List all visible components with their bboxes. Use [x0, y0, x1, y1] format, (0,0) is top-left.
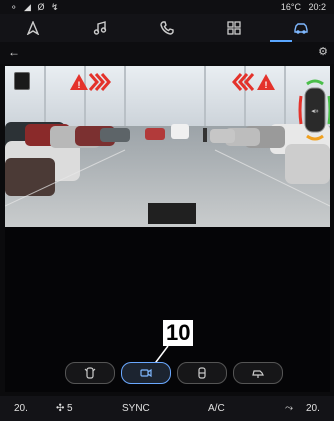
- outside-temperature: 16°C: [280, 2, 301, 12]
- rear-camera-icon: [84, 367, 96, 379]
- svg-text:!: !: [78, 80, 81, 90]
- tab-navigation[interactable]: [0, 14, 67, 42]
- svg-text:!: !: [265, 80, 268, 90]
- status-icons: ⚬ ◢ Ø ↯: [10, 2, 61, 12]
- music-note-icon: [93, 21, 107, 35]
- camera-view: ! ! ◂»: [5, 66, 330, 227]
- view-front-camera-button[interactable]: [121, 362, 171, 384]
- right-temperature[interactable]: 20.: [306, 403, 320, 414]
- view-side-button[interactable]: [233, 362, 283, 384]
- sync-button[interactable]: SYNC: [122, 403, 150, 414]
- top-view-icon: [198, 367, 206, 379]
- settings-gear-icon[interactable]: ⚙: [318, 45, 328, 58]
- fan-level[interactable]: 5: [67, 403, 73, 414]
- view-rear-camera-button[interactable]: [65, 362, 115, 384]
- car-icon: [293, 23, 308, 34]
- ac-button[interactable]: A/C: [208, 403, 225, 414]
- tab-music[interactable]: [67, 14, 134, 42]
- view-top-button[interactable]: [177, 362, 227, 384]
- view-mode-bar: [65, 362, 285, 384]
- camera-mode-toggle[interactable]: [14, 72, 30, 90]
- back-button[interactable]: ←: [8, 45, 20, 59]
- side-view-icon: [252, 370, 264, 378]
- front-camera-icon: [140, 368, 152, 378]
- svg-text:◂»: ◂»: [311, 108, 319, 115]
- phone-icon: [160, 21, 174, 35]
- clock: 20:2: [308, 2, 326, 12]
- apps-grid-icon: [227, 21, 241, 35]
- left-temperature[interactable]: 20.: [14, 403, 28, 414]
- nav-arrow-icon: [27, 21, 40, 35]
- infotainment-screen: ⚬ ◢ Ø ↯ 16°C 20:2 ← ⚙ ! ! ◂» 10 20. ✣ 5 …: [0, 0, 334, 421]
- fan-icon[interactable]: ✣: [56, 403, 64, 414]
- airflow-icon[interactable]: ⤳: [285, 403, 293, 414]
- status-bar: ⚬ ◢ Ø ↯ 16°C 20:2: [0, 0, 334, 14]
- status-right: 16°C 20:2: [281, 2, 326, 12]
- tab-vehicle[interactable]: [267, 14, 334, 42]
- sub-header: ← ⚙: [0, 42, 334, 64]
- tab-phone[interactable]: [134, 14, 201, 42]
- parking-scene: ! ! ◂»: [5, 66, 330, 227]
- climate-bar: 20. ✣ 5 SYNC A/C ⤳ 20.: [0, 396, 334, 421]
- main-tab-bar: [0, 14, 334, 42]
- tab-apps[interactable]: [200, 14, 267, 42]
- callout-number: 10: [163, 320, 194, 346]
